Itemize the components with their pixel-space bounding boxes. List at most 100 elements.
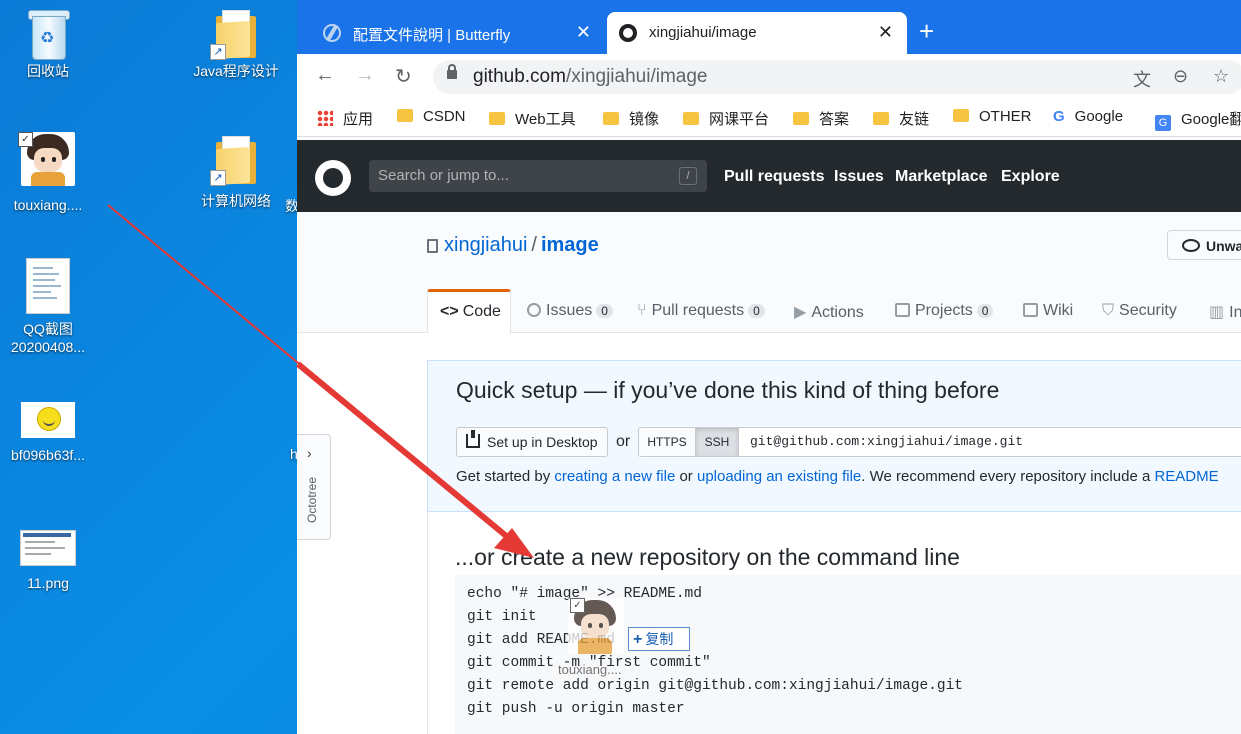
checkbox-icon: ✓	[570, 598, 585, 613]
image-file-icon	[26, 258, 70, 314]
desktop-file-11png[interactable]: 11.png	[0, 530, 96, 592]
bookmark-folder[interactable]: CSDN	[397, 108, 466, 125]
drag-ghost-label: touxiang....	[558, 662, 622, 677]
unwatch-button[interactable]: Unwat	[1167, 230, 1241, 260]
quick-setup-title: Quick setup — if you’ve done this kind o…	[456, 377, 1000, 403]
code-line: git init	[467, 609, 537, 625]
readme-link[interactable]: README	[1154, 468, 1218, 485]
play-icon: ▶	[794, 304, 807, 321]
tab-title: xingjiahui/image	[649, 24, 757, 41]
bookmark-folder[interactable]: 友链	[873, 108, 929, 129]
https-toggle[interactable]: HTTPS	[638, 427, 696, 457]
clone-url-input[interactable]: git@github.com:xingjiahui/image.git	[738, 427, 1241, 457]
png-image-icon	[20, 530, 76, 566]
tab-butterfly[interactable]: 配置文件說明 | Butterfly ✕	[311, 12, 605, 54]
browser-toolbar: ← → ↻ github.com/xingjiahui/image 文 ⊖ ☆	[297, 54, 1241, 100]
folder-icon: ↗	[210, 136, 256, 186]
tab-code[interactable]: <> Code	[427, 289, 511, 333]
github-header: Search or jump to... / Pull requests Iss…	[297, 140, 1241, 212]
bookmark-folder[interactable]: 镜像	[603, 108, 659, 129]
desktop-icon-label: Java程序设计	[193, 63, 279, 79]
code-line: git push -u origin master	[467, 701, 685, 717]
forward-icon[interactable]: →	[355, 64, 375, 87]
zoom-icon[interactable]: ⊖	[1173, 66, 1188, 87]
bookmark-folder[interactable]: OTHER	[953, 108, 1032, 125]
bookmark-folder[interactable]: Web工具	[489, 108, 576, 129]
tab-title: 配置文件說明 | Butterfly	[353, 27, 511, 44]
or-label: or	[616, 433, 631, 450]
desktop-icon-label: QQ截图	[23, 321, 73, 337]
apps-grid-icon	[317, 110, 333, 126]
eye-icon	[1182, 239, 1200, 252]
upload-file-link[interactable]: uploading an existing file	[697, 468, 861, 485]
new-tab-button[interactable]: +	[919, 16, 934, 46]
repo-title: xingjiahui / image	[444, 234, 599, 256]
address-bar[interactable]: github.com/xingjiahui/image 文 ⊖ ☆	[433, 60, 1241, 94]
close-tab-icon[interactable]: ✕	[576, 22, 591, 43]
nav-explore[interactable]: Explore	[1001, 168, 1060, 186]
bookmark-apps[interactable]: 应用	[317, 108, 373, 129]
folder-icon	[603, 112, 619, 125]
bookmark-google-translate[interactable]: G Google翻	[1155, 108, 1241, 131]
plus-icon: +	[633, 631, 643, 648]
selection-checkbox-icon[interactable]: ✓	[18, 132, 33, 147]
tab-github-image[interactable]: xingjiahui/image ✕	[607, 12, 907, 54]
tab-wiki[interactable]: Wiki	[1023, 302, 1073, 320]
command-line-title: ...or create a new repository on the com…	[455, 544, 960, 570]
reload-icon[interactable]: ↻	[395, 64, 412, 89]
bookmark-folder[interactable]: 答案	[793, 108, 849, 129]
book-icon	[1023, 303, 1038, 317]
create-file-link[interactable]: creating a new file	[554, 468, 675, 485]
bookmarks-bar: 应用 CSDN Web工具 镜像 网课平台 答案 友链 OTHER G Googl…	[297, 100, 1241, 137]
shortcut-arrow-icon: ↗	[210, 44, 226, 60]
search-input[interactable]: Search or jump to... /	[369, 160, 707, 192]
tab-projects[interactable]: Projects 0	[895, 302, 994, 320]
folder-icon	[397, 109, 413, 122]
tab-pull-requests[interactable]: ⑂ Pull requests 0	[637, 302, 765, 320]
desktop-file-bf096[interactable]: bf096b63f...	[0, 402, 96, 464]
recycle-bin-icon: ♻	[26, 8, 70, 60]
octotree-toggle[interactable]: › Octotree	[297, 434, 331, 540]
tab-issues[interactable]: Issues 0	[527, 302, 613, 320]
drag-ghost: ✓ touxiang....	[558, 598, 626, 677]
tab-security[interactable]: ⛉ Security	[1102, 302, 1177, 320]
close-tab-icon[interactable]: ✕	[878, 22, 893, 43]
issue-icon	[527, 303, 541, 317]
back-icon[interactable]: ←	[315, 64, 335, 87]
lock-icon	[447, 64, 457, 79]
shield-icon: ⛉	[1102, 302, 1115, 319]
repo-name-link[interactable]: image	[541, 234, 599, 256]
desktop-folder-java[interactable]: ↗ Java程序设计	[188, 10, 284, 80]
desktop-folder-network[interactable]: ↗ 计算机网络	[188, 136, 284, 210]
graph-icon: ▥	[1209, 304, 1225, 321]
desktop-file-qq-screenshot[interactable]: QQ截图 20200408...	[0, 258, 96, 356]
copy-drop-tooltip: + 复制	[628, 627, 690, 651]
globe-icon	[323, 24, 341, 42]
star-icon[interactable]: ☆	[1213, 66, 1229, 87]
bookmark-google[interactable]: G Google	[1053, 108, 1123, 125]
tab-insights[interactable]: ▥ In	[1209, 302, 1241, 322]
nav-issues[interactable]: Issues	[834, 168, 884, 186]
get-started-text: Get started by creating a new file or up…	[456, 468, 1219, 485]
repo-owner-link[interactable]: xingjiahui	[444, 234, 527, 256]
setup-desktop-button[interactable]: Set up in Desktop	[456, 427, 608, 457]
command-line-section: ...or create a new repository on the com…	[427, 512, 1241, 734]
desktop-icon-label: 回收站	[27, 63, 69, 79]
chevron-right-icon: ›	[307, 445, 312, 461]
translate-icon[interactable]: 文	[1133, 66, 1151, 92]
download-icon	[466, 430, 480, 448]
tab-actions[interactable]: ▶ Actions	[794, 302, 864, 322]
nav-marketplace[interactable]: Marketplace	[895, 168, 988, 186]
url-text: github.com/xingjiahui/image	[473, 66, 708, 87]
shortcut-arrow-icon: ↗	[210, 170, 226, 186]
bookmark-folder[interactable]: 网课平台	[683, 108, 769, 129]
ssh-toggle[interactable]: SSH	[695, 427, 739, 457]
browser-window: 配置文件說明 | Butterfly ✕ xingjiahui/image ✕ …	[297, 0, 1241, 734]
nav-pull-requests[interactable]: Pull requests	[724, 168, 824, 186]
desktop-file-touxiang[interactable]: ✓ touxiang....	[0, 132, 96, 214]
google-icon: G	[1053, 108, 1065, 125]
github-logo-icon[interactable]	[315, 160, 351, 196]
folder-icon: ↗	[210, 10, 256, 60]
recycle-bin[interactable]: ♻ 回收站	[0, 8, 96, 80]
pull-request-icon: ⑂	[637, 302, 647, 319]
